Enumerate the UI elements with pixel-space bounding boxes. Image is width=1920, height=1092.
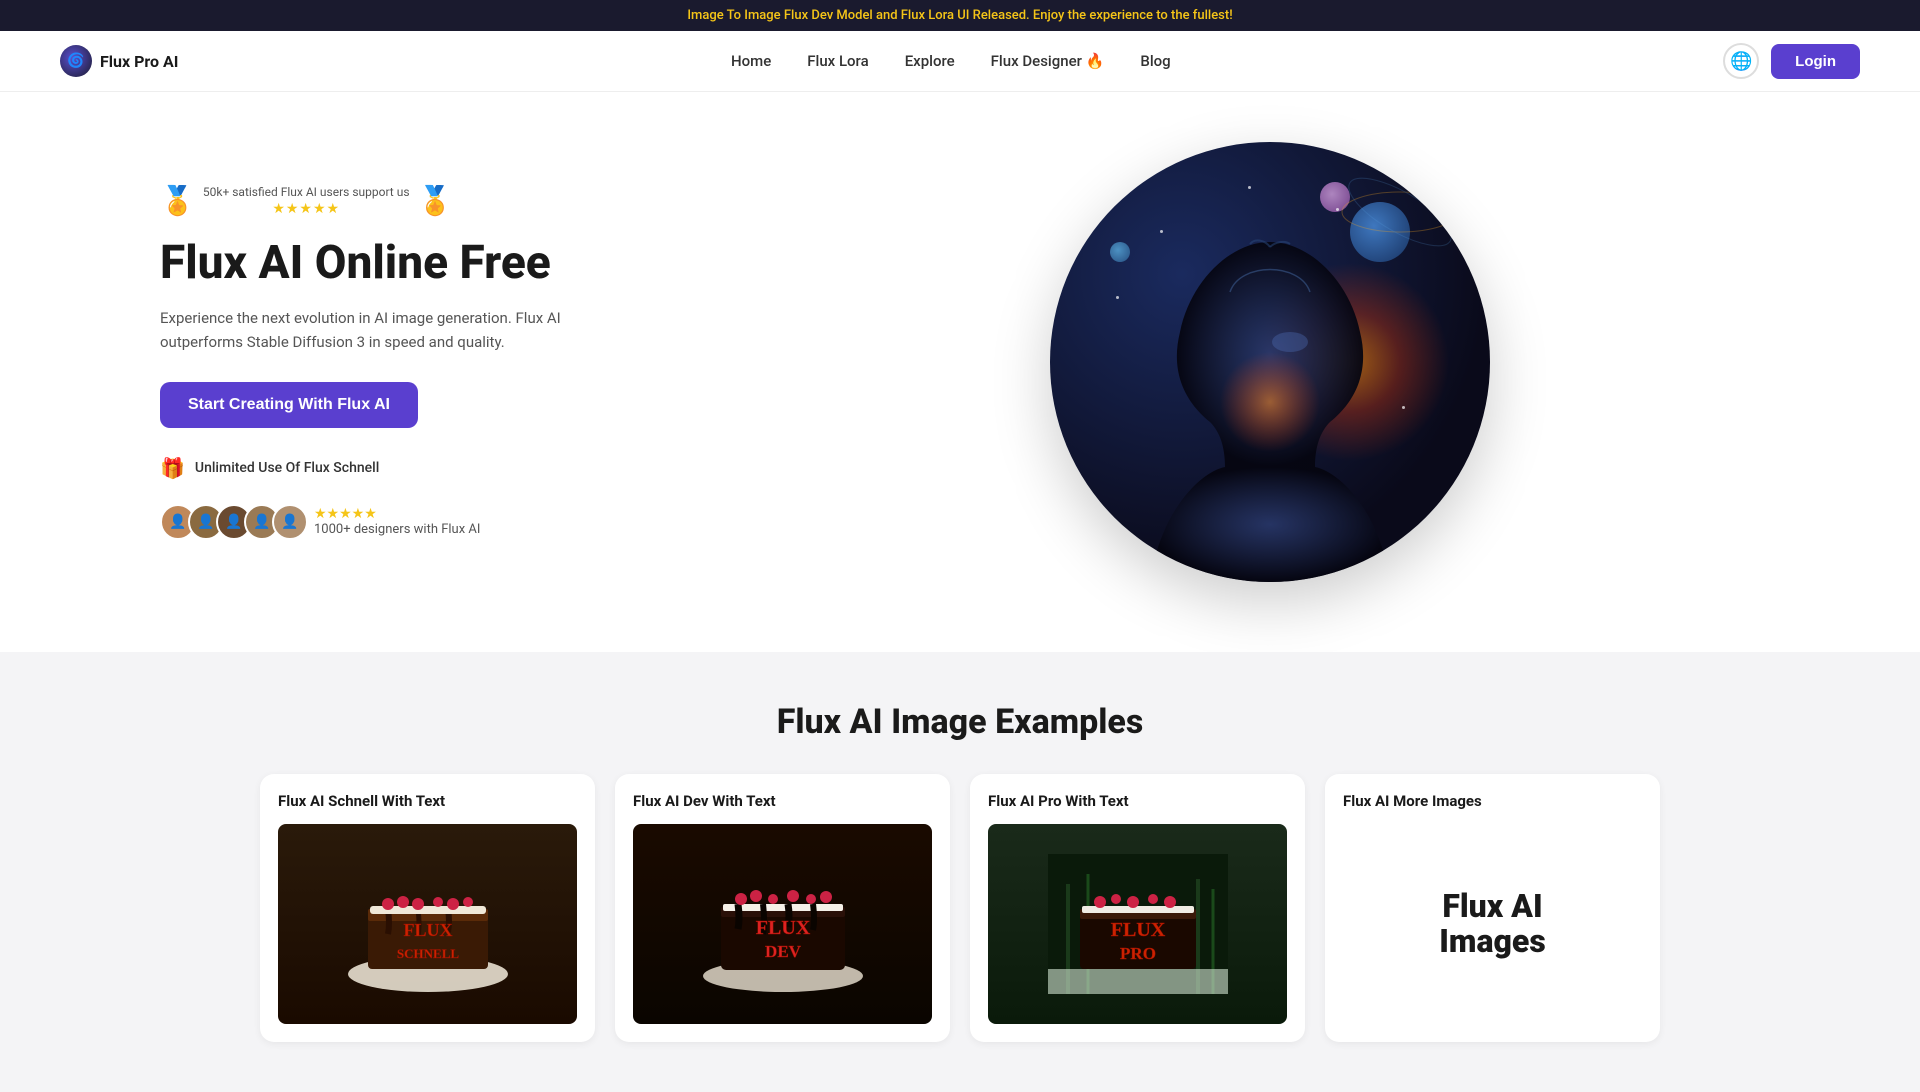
star-dot xyxy=(1248,186,1251,189)
logo-text: Flux Pro AI xyxy=(100,52,178,71)
svg-text:FLUX: FLUX xyxy=(755,917,810,939)
hero-image xyxy=(1050,142,1490,582)
hero-title: Flux AI Online Free xyxy=(160,237,680,290)
unlimited-tag: 🎁 Unlimited Use Of Flux Schnell xyxy=(160,456,680,480)
header-right: 🌐 Login xyxy=(1723,43,1860,79)
hero-left: 🏅 50k+ satisfied Flux AI users support u… xyxy=(160,184,680,540)
nav-flux-designer[interactable]: Flux Designer 🔥 xyxy=(991,52,1105,70)
top-banner: Image To Image Flux Dev Model and Flux L… xyxy=(0,0,1920,31)
example-image-more: Flux AI Images xyxy=(1343,824,1642,1024)
badge-text-wrap: 50k+ satisfied Flux AI users support us … xyxy=(203,184,410,217)
more-images-text: Flux AI Images xyxy=(1439,889,1546,959)
nav-blog[interactable]: Blog xyxy=(1140,52,1170,70)
svg-text:FLUX: FLUX xyxy=(403,920,452,940)
planet-3 xyxy=(1110,242,1130,262)
example-card-schnell: Flux AI Schnell With Text FLUX S xyxy=(260,774,595,1042)
avatars: 👤 👤 👤 👤 👤 xyxy=(160,504,300,540)
logo-icon: 🌀 xyxy=(60,45,92,77)
example-image-schnell: FLUX SCHNELL xyxy=(278,824,577,1024)
logo[interactable]: 🌀 Flux Pro AI xyxy=(60,45,178,77)
more-text-line2: Images xyxy=(1439,924,1546,959)
example-card-title-more: Flux AI More Images xyxy=(1343,792,1642,810)
social-proof: 👤 👤 👤 👤 👤 ★★★★★ 1000+ designers with Flu… xyxy=(160,504,680,540)
example-card-dev: Flux AI Dev With Text FLUX xyxy=(615,774,950,1042)
login-button[interactable]: Login xyxy=(1771,44,1860,79)
nav-home[interactable]: Home xyxy=(731,52,771,70)
hero-silhouette-svg xyxy=(1130,202,1410,582)
hero-section: 🏅 50k+ satisfied Flux AI users support u… xyxy=(0,92,1920,652)
svg-text:DEV: DEV xyxy=(765,942,802,961)
example-card-title-pro: Flux AI Pro With Text xyxy=(988,792,1287,810)
avatar-5: 👤 xyxy=(272,504,308,540)
svg-text:FLUX: FLUX xyxy=(1110,919,1165,941)
star-dot xyxy=(1116,296,1119,299)
example-image-pro: FLUX PRO xyxy=(988,824,1287,1024)
globe-button[interactable]: 🌐 xyxy=(1723,43,1759,79)
cta-button[interactable]: Start Creating With Flux AI xyxy=(160,382,418,428)
example-card-title-schnell: Flux AI Schnell With Text xyxy=(278,792,577,810)
orbit-lines xyxy=(1340,172,1460,252)
main-nav: Home Flux Lora Explore Flux Designer 🔥 B… xyxy=(731,52,1171,70)
svg-text:PRO: PRO xyxy=(1120,944,1156,963)
example-card-title-dev: Flux AI Dev With Text xyxy=(633,792,932,810)
laurel-left-icon: 🏅 xyxy=(160,187,195,215)
laurel-right-icon: 🏅 xyxy=(418,187,453,215)
social-text-wrap: ★★★★★ 1000+ designers with Flux AI xyxy=(314,506,480,537)
dev-cake-svg: FLUX DEV xyxy=(693,854,873,994)
social-text: 1000+ designers with Flux AI xyxy=(314,522,480,537)
svg-text:SCHNELL: SCHNELL xyxy=(396,946,458,961)
example-card-pro: Flux AI Pro With Text xyxy=(970,774,1305,1042)
examples-grid: Flux AI Schnell With Text FLUX S xyxy=(260,774,1660,1042)
example-image-dev: FLUX DEV xyxy=(633,824,932,1024)
gift-icon: 🎁 xyxy=(160,456,185,480)
unlimited-text: Unlimited Use Of Flux Schnell xyxy=(195,460,379,476)
social-stars: ★★★★★ xyxy=(314,506,480,522)
schnell-cake-svg: FLUX SCHNELL xyxy=(338,854,518,994)
example-card-more: Flux AI More Images Flux AI Images xyxy=(1325,774,1660,1042)
badge-area: 🏅 50k+ satisfied Flux AI users support u… xyxy=(160,184,680,217)
nav-explore[interactable]: Explore xyxy=(905,52,955,70)
badge-stars: ★★★★★ xyxy=(203,201,410,217)
examples-section: Flux AI Image Examples Flux AI Schnell W… xyxy=(0,652,1920,1092)
examples-title: Flux AI Image Examples xyxy=(60,702,1860,742)
badge-text: 50k+ satisfied Flux AI users support us xyxy=(203,184,410,201)
hero-subtitle: Experience the next evolution in AI imag… xyxy=(160,306,580,354)
hero-right xyxy=(680,142,1860,582)
more-text-line1: Flux AI xyxy=(1439,889,1546,924)
header: 🌀 Flux Pro AI Home Flux Lora Explore Flu… xyxy=(0,31,1920,92)
pro-cake-svg: FLUX PRO xyxy=(1048,854,1228,994)
banner-text: Image To Image Flux Dev Model and Flux L… xyxy=(687,8,1232,23)
nav-flux-lora[interactable]: Flux Lora xyxy=(807,52,868,70)
